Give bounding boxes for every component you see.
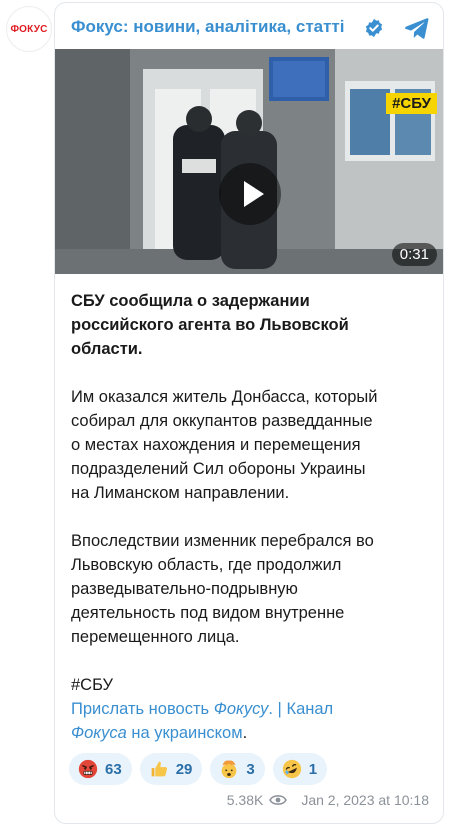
send-news-link[interactable]: Прислать новость	[71, 700, 209, 718]
exploding-head-icon	[222, 760, 237, 779]
reaction-count: 29	[175, 760, 193, 778]
view-count: 5.38K	[226, 792, 264, 808]
rofl-icon	[282, 759, 301, 779]
paragraph-line: деятельность под видом внутренне	[71, 604, 345, 622]
paragraph-line: Львовскую область, где продолжил	[71, 556, 342, 574]
post-meta: 5.38K Jan 2, 2023 at 10:18	[227, 792, 429, 808]
headline-line: области.	[71, 340, 143, 358]
play-button[interactable]	[219, 163, 281, 225]
post-timestamp: Jan 2, 2023 at 10:18	[301, 792, 429, 808]
paragraph-line: о местах нахождения и перемещения	[71, 436, 361, 454]
ukrainian-channel-link[interactable]: на украинском	[131, 724, 242, 742]
reactions-bar: 63 29 3 1	[69, 753, 328, 785]
hashtag-link[interactable]: #СБУ	[71, 676, 113, 694]
post-headline: СБУ сообщила о задержании российского аг…	[71, 289, 431, 361]
period: .	[242, 724, 248, 742]
reaction-rofl[interactable]: 1	[272, 753, 328, 785]
video-duration: 0:31	[391, 243, 437, 266]
paragraph-line: Впоследствии изменник перебрался во	[71, 532, 374, 550]
sbu-watermark-badge: #СБУ	[386, 93, 437, 114]
reaction-count: 63	[105, 760, 122, 778]
eye-icon	[269, 795, 288, 805]
paragraph-line: перемещенного лица.	[71, 628, 240, 646]
headline-line: СБУ сообщила о задержании	[71, 292, 310, 310]
fokusa-link[interactable]: Фокуса	[71, 724, 127, 742]
paragraph-line: разведывательно-подрывную	[71, 580, 298, 598]
paragraph-1: Им оказался житель Донбасса, который соб…	[71, 385, 431, 505]
post-card: Фокус: новини, аналітика, статті #СБУ 0:…	[54, 2, 444, 824]
paragraph-line: на Лиманском направлении.	[71, 484, 290, 502]
paragraph-line: подразделений Сил обороны Украины	[71, 460, 366, 478]
telegram-share-icon[interactable]	[403, 16, 429, 40]
paragraph-line: Им оказался житель Донбасса, который	[71, 388, 378, 406]
channel-avatar[interactable]: ФОКУС	[6, 6, 52, 52]
reaction-count: 3	[246, 760, 255, 778]
play-icon	[244, 181, 264, 207]
paragraph-2: Впоследствии изменник перебрался во Льво…	[71, 529, 431, 649]
fokusu-link[interactable]: Фокусу	[214, 700, 269, 718]
angry-face-icon	[78, 759, 98, 779]
video-thumbnail	[55, 49, 443, 274]
post-text: СБУ сообщила о задержании российского аг…	[71, 289, 431, 745]
reaction-count: 1	[308, 760, 318, 778]
headline-line: российского агента во Львовской	[71, 316, 349, 334]
post-header: Фокус: новини, аналітика, статті	[55, 3, 443, 49]
reaction-exploding-head[interactable]: 3	[210, 753, 265, 785]
verified-badge-icon	[365, 18, 383, 38]
channel-link[interactable]: Канал	[286, 700, 333, 718]
links-line: Прислать новость Фокусу. | Канал Фокуса …	[71, 697, 431, 745]
thumbs-up-icon	[151, 761, 167, 777]
logo-text: ФОКУС	[10, 23, 48, 35]
reaction-thumbs-up[interactable]: 29	[139, 753, 203, 785]
reaction-angry[interactable]: 63	[69, 753, 132, 785]
separator: . |	[268, 700, 282, 718]
channel-name-link[interactable]: Фокус: новини, аналітика, статті	[71, 17, 345, 37]
paragraph-line: собирал для оккупантов разведданные	[71, 412, 373, 430]
hashtag-line: #СБУ	[71, 673, 431, 697]
video-player[interactable]: #СБУ 0:31	[55, 49, 443, 274]
